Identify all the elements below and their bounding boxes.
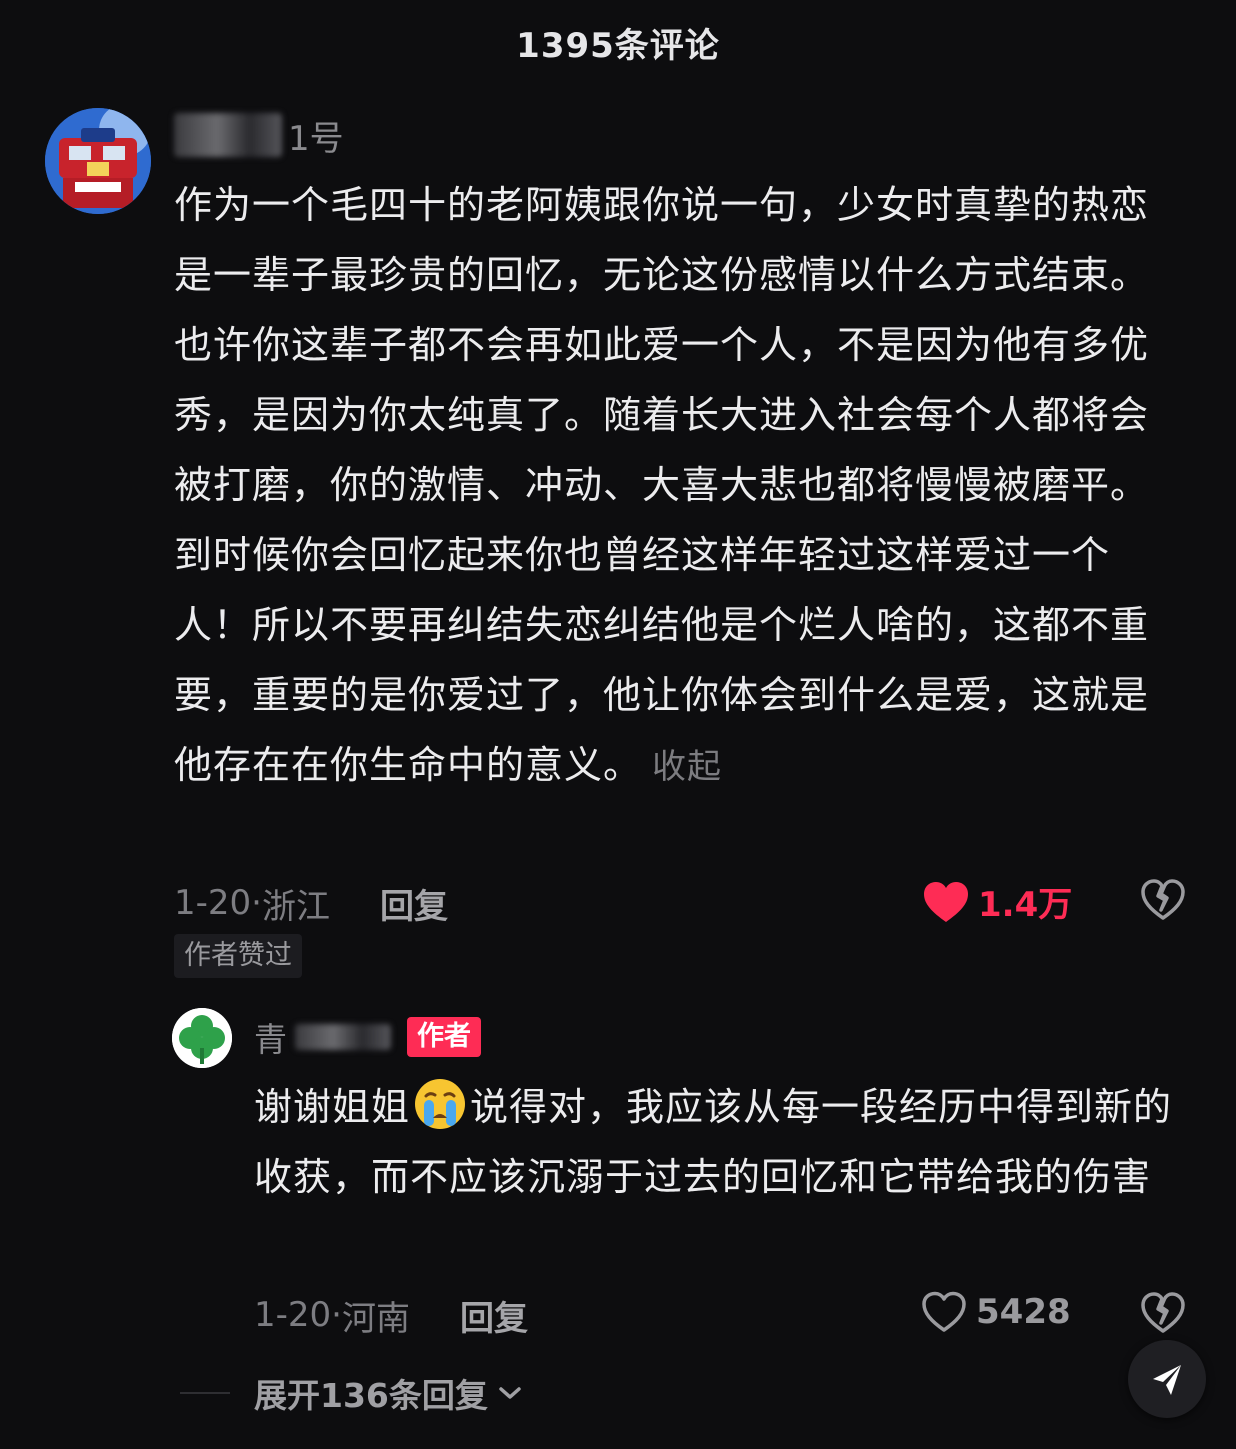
reply-avatar[interactable] bbox=[172, 1008, 232, 1068]
author-badge: 作者 bbox=[407, 1017, 481, 1057]
comment-text: 作为一个毛四十的老阿姨跟你说一句，少女时真挚的热恋是一辈子最珍贵的回忆，无论这份… bbox=[174, 170, 1164, 802]
reply-meta: 1-20 · 河南 回复 bbox=[254, 1290, 528, 1340]
avatar[interactable] bbox=[45, 108, 151, 214]
reply-location: 河南 bbox=[341, 1298, 410, 1339]
heart-outline-icon bbox=[922, 1291, 966, 1332]
reply-text: 谢谢姐姐 说得对，我应该从每一段经历中得到新的收获，而不应该沉溺于过去的回忆和它… bbox=[254, 1072, 1194, 1212]
like-count: 1.4万 bbox=[978, 885, 1073, 925]
comments-count-title: 1395条评论 bbox=[516, 26, 720, 66]
divider bbox=[180, 1392, 230, 1394]
chevron-down-icon bbox=[499, 1387, 521, 1399]
expand-replies-label: 展开136条回复 bbox=[254, 1376, 488, 1415]
reply-dislike-button[interactable] bbox=[1140, 1291, 1186, 1339]
reply-like-count: 5428 bbox=[976, 1292, 1071, 1332]
like-button[interactable]: 1.4万 bbox=[922, 877, 1072, 926]
reply-username[interactable]: 青 作者 bbox=[254, 1012, 481, 1062]
comment-date: 1-20 bbox=[174, 883, 252, 923]
broken-heart-icon bbox=[1141, 1292, 1185, 1333]
clover-avatar-icon bbox=[172, 1008, 232, 1068]
heart-filled-icon bbox=[924, 881, 968, 922]
expand-replies-button[interactable]: 展开136条回复 bbox=[180, 1368, 524, 1418]
redacted-username bbox=[295, 1024, 391, 1050]
collapse-button[interactable]: 收起 bbox=[652, 747, 722, 787]
comment-meta: 1-20 · 浙江 回复 bbox=[174, 878, 448, 928]
reply-like-button[interactable]: 5428 bbox=[920, 1290, 1071, 1334]
floating-action-button[interactable] bbox=[1128, 1340, 1206, 1418]
crying-face-emoji bbox=[412, 1076, 468, 1132]
robot-avatar-icon bbox=[45, 108, 151, 214]
redacted-username bbox=[174, 113, 282, 157]
author-liked-tag: 作者赞过 bbox=[174, 934, 302, 978]
comment-username[interactable]: 1号 bbox=[174, 110, 344, 160]
reply-date: 1-20 bbox=[254, 1295, 332, 1335]
dislike-button[interactable] bbox=[1140, 878, 1186, 926]
paper-plane-icon bbox=[1153, 1365, 1181, 1395]
comment-content: 作为一个毛四十的老阿姨跟你说一句，少女时真挚的热恋是一辈子最珍贵的回忆，无论这份… bbox=[174, 183, 1150, 787]
broken-heart-icon bbox=[1141, 879, 1185, 920]
comment-location: 浙江 bbox=[261, 886, 330, 927]
reply-button[interactable]: 回复 bbox=[380, 879, 448, 928]
reply-button[interactable]: 回复 bbox=[460, 1291, 528, 1340]
